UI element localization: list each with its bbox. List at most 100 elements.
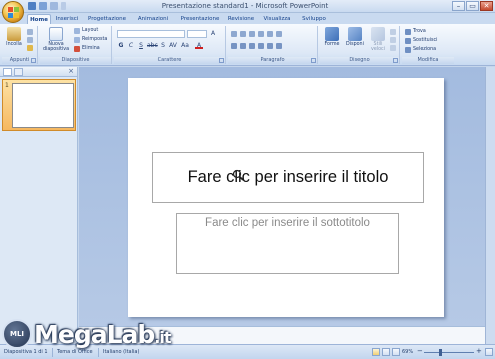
tab-animazioni[interactable]: Animazioni [134, 14, 172, 24]
tab-sviluppo[interactable]: Sviluppo [300, 14, 328, 24]
shape-outline-icon[interactable] [390, 37, 396, 43]
underline-button[interactable]: S [137, 42, 145, 49]
shape-effects-icon[interactable] [390, 45, 396, 51]
outline-tab-icon[interactable] [14, 68, 23, 76]
tab-home[interactable]: Home [27, 14, 51, 24]
format-painter-icon[interactable] [27, 44, 33, 51]
subtitle-placeholder[interactable]: Fare clic per inserire il sottotitolo [176, 213, 399, 274]
delete-icon [74, 45, 80, 52]
reset-icon [74, 36, 80, 43]
reset-button[interactable]: Reimposta [74, 36, 107, 43]
justify-icon[interactable] [258, 42, 264, 49]
shadow-text-icon[interactable]: S [159, 42, 167, 49]
columns-icon[interactable] [267, 42, 273, 49]
group-label-paragrafo: Paragrafo [228, 57, 317, 64]
zoom-slider[interactable] [424, 352, 474, 353]
appunti-launcher-icon[interactable] [31, 58, 36, 63]
slide-thumbnail-selected[interactable]: 1 [2, 79, 76, 131]
align-left-icon[interactable] [231, 42, 237, 49]
slideshow-view-icon[interactable] [392, 348, 400, 356]
customize-toolbar-icon[interactable] [61, 2, 66, 10]
char-spacing-icon[interactable]: AV [169, 42, 177, 49]
shapes-button[interactable]: Forme [321, 27, 343, 47]
quick-styles-button[interactable]: Stili veloci [367, 27, 389, 52]
shape-fill-icon[interactable] [390, 29, 396, 35]
save-icon[interactable] [28, 2, 36, 10]
watermark-text: MegaLab.it [34, 320, 172, 349]
arrange-button[interactable]: Disponi [344, 27, 366, 47]
redo-icon[interactable] [50, 2, 58, 10]
text-direction-icon[interactable] [276, 30, 282, 37]
new-slide-button[interactable]: Nuova diapositiva [42, 27, 70, 52]
find-button[interactable]: Trova [405, 28, 426, 35]
slide-canvas[interactable]: Fare clic per inserire il titolo Fare cl… [128, 78, 444, 317]
replace-label: Sostituisci [413, 38, 438, 43]
replace-button[interactable]: Sostituisci [405, 37, 437, 44]
grow-font-icon[interactable]: A [209, 30, 217, 37]
tab-revisione[interactable]: Revisione [226, 14, 256, 24]
cut-icon[interactable] [27, 28, 33, 35]
align-center-icon[interactable] [240, 42, 246, 49]
slides-panel: × 1 [0, 67, 78, 344]
bullets-icon[interactable] [231, 30, 237, 37]
decrease-indent-icon[interactable] [249, 30, 255, 37]
tab-inserisci[interactable]: Inserisci [54, 14, 80, 24]
numbering-icon[interactable] [240, 30, 246, 37]
normal-view-icon[interactable] [372, 348, 380, 356]
disegno-launcher-icon[interactable] [393, 58, 398, 63]
vertical-scrollbar[interactable] [485, 67, 495, 344]
shapes-label: Forme [324, 42, 340, 47]
binoculars-icon [405, 28, 411, 35]
group-paragrafo: Paragrafo [228, 26, 318, 64]
zoom-level[interactable]: 69% [402, 349, 413, 355]
change-case-icon[interactable]: Aa [181, 42, 189, 49]
clipboard-icon [7, 27, 21, 41]
line-spacing-icon[interactable] [267, 30, 273, 37]
close-button[interactable]: ✕ [480, 1, 493, 11]
maximize-button[interactable]: ▭ [466, 1, 479, 11]
italic-button[interactable]: C [127, 42, 135, 49]
group-appunti: Incolla Appunti [2, 26, 38, 64]
increase-indent-icon[interactable] [258, 30, 264, 37]
slides-tab-icon[interactable] [3, 68, 12, 76]
slide-sorter-icon[interactable] [382, 348, 390, 356]
group-carattere: A G C S abc S AV Aa A Carattere [114, 26, 226, 64]
minimize-button[interactable]: – [452, 1, 465, 11]
slide-thumbnail[interactable] [12, 83, 74, 128]
tab-visualizza[interactable]: Visualizza [260, 14, 294, 24]
quick-access-toolbar [28, 2, 66, 10]
bold-button[interactable]: G [117, 42, 125, 49]
carattere-launcher-icon[interactable] [219, 58, 224, 63]
title-placeholder[interactable]: Fare clic per inserire il titolo [152, 152, 424, 203]
tab-presentazione[interactable]: Presentazione [178, 14, 222, 24]
delete-slide-button[interactable]: Elimina [74, 45, 100, 52]
layout-button[interactable]: Layout [74, 27, 98, 34]
zoom-slider-handle[interactable] [439, 349, 443, 356]
tab-progettazione[interactable]: Progettazione [86, 14, 128, 24]
strikethrough-button[interactable]: abc [147, 42, 158, 49]
magnifier-cursor-icon [232, 169, 244, 181]
align-right-icon[interactable] [249, 42, 255, 49]
fit-to-window-icon[interactable] [485, 348, 493, 356]
arrange-label: Disponi [346, 42, 364, 47]
paste-button[interactable]: Incolla [3, 27, 25, 47]
subtitle-placeholder-text: Fare clic per inserire il sottotitolo [205, 217, 370, 229]
title-placeholder-text: Fare clic per inserire il titolo [187, 168, 389, 186]
arrange-icon [348, 27, 362, 41]
panel-tabs: × [0, 67, 77, 77]
office-logo-icon [7, 6, 19, 18]
close-panel-icon[interactable]: × [68, 67, 74, 75]
smartart-icon[interactable] [276, 42, 282, 49]
zoom-out-icon[interactable]: − [417, 347, 423, 355]
group-label-diapositive: Diapositive [40, 57, 111, 64]
megalab-logo-icon: MLI [2, 319, 32, 349]
font-color-icon[interactable]: A [195, 42, 203, 49]
copy-icon[interactable] [27, 36, 33, 43]
select-button[interactable]: Seleziona [405, 46, 436, 53]
zoom-in-icon[interactable]: + [476, 347, 482, 355]
font-size-select[interactable] [187, 30, 207, 38]
font-name-select[interactable] [117, 30, 185, 38]
undo-icon[interactable] [39, 2, 47, 10]
office-button[interactable] [2, 1, 24, 23]
paragrafo-launcher-icon[interactable] [311, 58, 316, 63]
